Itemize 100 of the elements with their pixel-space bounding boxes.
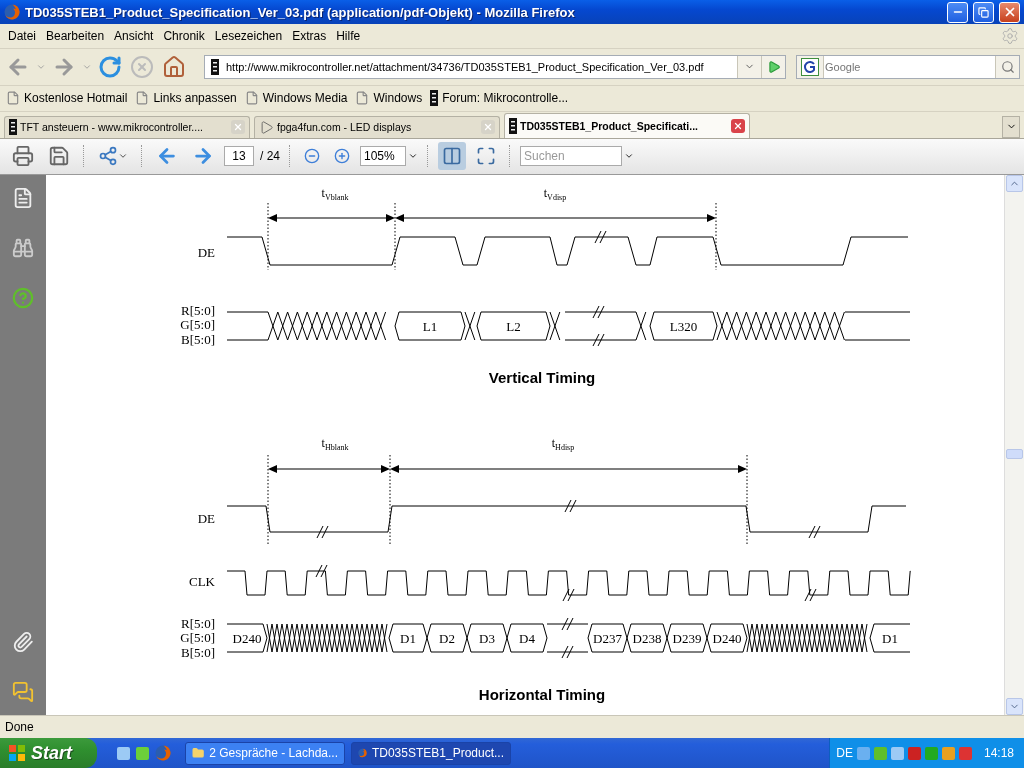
comments-button[interactable] [12, 680, 34, 703]
scroll-thumb[interactable] [1006, 448, 1023, 459]
help-button[interactable] [12, 286, 34, 309]
chip-icon [430, 90, 439, 107]
timing-marker-line [715, 202, 717, 271]
fit-width-button[interactable] [438, 142, 466, 171]
play-icon [259, 119, 274, 135]
chip-icon [9, 119, 17, 136]
menu-item[interactable]: Extras [287, 26, 332, 45]
binoculars-icon [12, 236, 34, 259]
signal-label: R[5:0] [181, 615, 215, 631]
diagram-title: Horizontal Timing [478, 685, 606, 703]
data-label: D238 [632, 630, 662, 646]
status-text: Done [5, 719, 34, 734]
tray-icon[interactable] [856, 746, 870, 760]
tab-close-button[interactable] [731, 118, 745, 133]
data-label: D239 [672, 630, 702, 646]
close-icon [483, 122, 493, 133]
close-icon [233, 122, 243, 133]
timing-marker-line [394, 202, 396, 271]
menu-item[interactable]: Datei [3, 26, 41, 45]
menu-item[interactable]: Chronik [158, 26, 210, 45]
reload-icon [98, 54, 122, 79]
data-label: D1 [400, 630, 416, 646]
quick-launch-icon[interactable] [117, 746, 130, 760]
tab-list-button[interactable] [1002, 115, 1020, 138]
clock: 14:18 [983, 746, 1014, 760]
signal-label: G[5:0] [180, 629, 215, 645]
page-icon [135, 91, 150, 106]
data-label: D237 [593, 630, 622, 646]
signal-label: B[5:0] [181, 644, 215, 660]
menu-item[interactable]: Ansicht [109, 26, 159, 45]
zoom-field[interactable]: 105% [360, 146, 406, 167]
page-number-field[interactable]: 13 [224, 146, 254, 167]
tray-icon[interactable] [873, 746, 887, 760]
menu-item[interactable]: Bearbeiten [41, 26, 110, 45]
scrollbar[interactable] [1004, 174, 1024, 715]
bookmark-link[interactable]: Forum: Mikrocontrolle... [430, 90, 569, 107]
start-button[interactable]: Start [0, 738, 97, 768]
search-button[interactable] [995, 55, 1019, 78]
close-button[interactable] [999, 1, 1020, 23]
data-label: L2 [506, 318, 521, 334]
data-label: D240 [232, 630, 262, 646]
data-label: D4 [519, 630, 535, 646]
menu-item[interactable]: Lesezeichen [209, 26, 288, 45]
browser-tab[interactable]: TFT ansteuern - www.mikrocontroller.... [4, 115, 250, 138]
speech-bubbles-icon [12, 680, 34, 703]
search-engine-icon [801, 57, 819, 76]
data-label: D3 [479, 630, 495, 646]
tray-icon[interactable] [907, 746, 921, 760]
fit-page-icon [476, 146, 496, 167]
windows-logo-icon [8, 744, 26, 762]
home-icon [162, 54, 186, 79]
zoom-in-icon [334, 148, 350, 165]
scroll-down-button[interactable] [1006, 697, 1023, 715]
bookmark-link[interactable]: Windows Media [244, 91, 348, 106]
bookmark-link[interactable]: Windows [355, 91, 423, 106]
minimize-button[interactable] [947, 1, 968, 23]
timing-marker-line [267, 202, 269, 271]
window-title: TD035STEB1_Product_Specification_Ver_03.pdf (application/pdf-Objekt) - Mozilla Firefox [25, 4, 576, 20]
bookmark-link[interactable]: Kostenlose Hotmail [6, 91, 128, 106]
timing-label: t$_{Vdisp}$ [543, 185, 567, 202]
tray-icon[interactable] [890, 746, 904, 760]
data-label: L1 [422, 318, 438, 334]
search-field[interactable]: Google [824, 60, 995, 73]
find-field[interactable]: Suchen [520, 146, 622, 167]
binoculars-button[interactable] [12, 236, 34, 259]
search-bar[interactable]: Google [796, 54, 1020, 79]
go-button[interactable] [761, 55, 785, 78]
pages-button[interactable] [12, 186, 34, 209]
zoom-out-icon [304, 148, 320, 165]
fit-width-icon [442, 146, 462, 167]
menu-item[interactable]: Hilfe [331, 26, 366, 45]
paperclip-icon [12, 630, 34, 653]
tray-icon[interactable] [941, 746, 955, 760]
signal-label: DE [197, 244, 215, 260]
timing-label: t$_{Hblank}$ [321, 435, 349, 452]
address-bar[interactable]: http://www.mikrocontroller.net/attachment/34736/TD035STEB1_Product_Specification_Ver_03.pdf [204, 54, 786, 79]
firefox-logo-icon [358, 746, 367, 760]
tray-icon[interactable] [958, 746, 972, 760]
address-field[interactable]: http://www.mikrocontroller.net/attachment/34736/TD035STEB1_Product_Specification_Ver_03.pdf [225, 60, 737, 73]
quick-launch-icon[interactable] [136, 746, 149, 760]
bookmark-link[interactable]: Links anpassen [135, 91, 237, 106]
timing-label: t$_{Hdisp}$ [551, 435, 575, 452]
history-dropdown-button[interactable] [737, 55, 761, 78]
search-icon [1000, 59, 1015, 74]
browser-tab[interactable]: TD035STEB1_Product_Specificati... [504, 112, 750, 138]
share-icon [98, 146, 118, 167]
page-icon [6, 91, 20, 106]
signal-label: CLK [189, 573, 215, 589]
timing-label: t$_{Vblank}$ [321, 185, 349, 202]
firefox-logo-icon [4, 4, 20, 21]
data-label: L320 [669, 318, 698, 334]
taskbar-button[interactable]: TD035STEB1_Product... [351, 741, 511, 765]
browser-tab[interactable]: fpga4fun.com - LED displays [254, 115, 500, 138]
taskbar-button[interactable]: 2 Gespräche - Lachda... [185, 741, 345, 765]
diagram-title: Vertical Timing [488, 368, 596, 386]
restore-button[interactable] [973, 1, 994, 23]
attachments-button[interactable] [12, 630, 34, 653]
signal-label: R[5:0] [181, 302, 215, 318]
